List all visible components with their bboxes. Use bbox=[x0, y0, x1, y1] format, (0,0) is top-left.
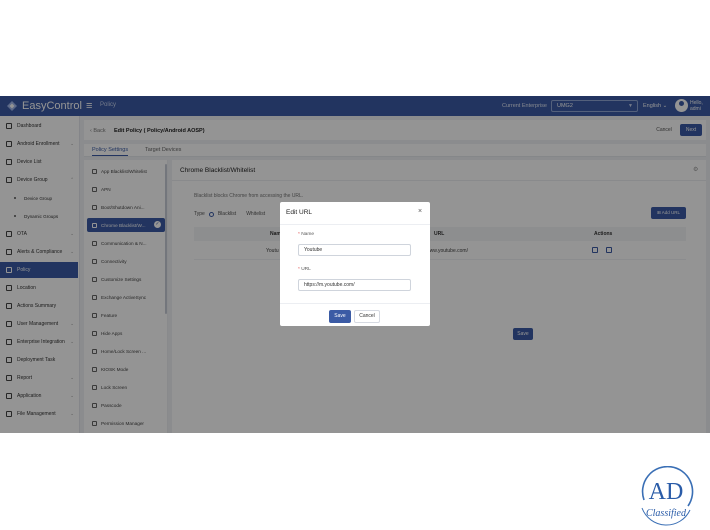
close-icon[interactable]: × bbox=[418, 208, 422, 215]
url-field-label: * URL bbox=[298, 267, 311, 272]
dialog-save-button[interactable]: Save bbox=[329, 310, 351, 323]
dialog-title: Edit URL bbox=[286, 209, 313, 216]
required-marker: * bbox=[298, 232, 300, 237]
required-marker: * bbox=[298, 267, 300, 272]
edit-url-dialog: Edit URL × * Name Youtube * URL https://… bbox=[280, 202, 430, 326]
ad-classified-logo: AD Classified bbox=[634, 465, 698, 528]
ad-classified-logo-icon: AD Classified bbox=[641, 465, 694, 526]
name-label-text: Name bbox=[301, 232, 315, 237]
url-input[interactable]: https://m.youtube.com/ bbox=[298, 279, 411, 291]
name-input[interactable]: Youtube bbox=[298, 244, 411, 256]
url-label-text: URL bbox=[301, 267, 311, 272]
divider bbox=[280, 224, 430, 225]
svg-text:Classified: Classified bbox=[646, 508, 687, 519]
name-field-label: * Name bbox=[298, 232, 314, 237]
dialog-cancel-button[interactable]: Cancel bbox=[354, 310, 380, 323]
divider bbox=[280, 303, 430, 304]
svg-text:AD: AD bbox=[649, 479, 684, 505]
screenshot-stage: EasyControl ≡ Policy Current Enterprise … bbox=[0, 0, 710, 530]
